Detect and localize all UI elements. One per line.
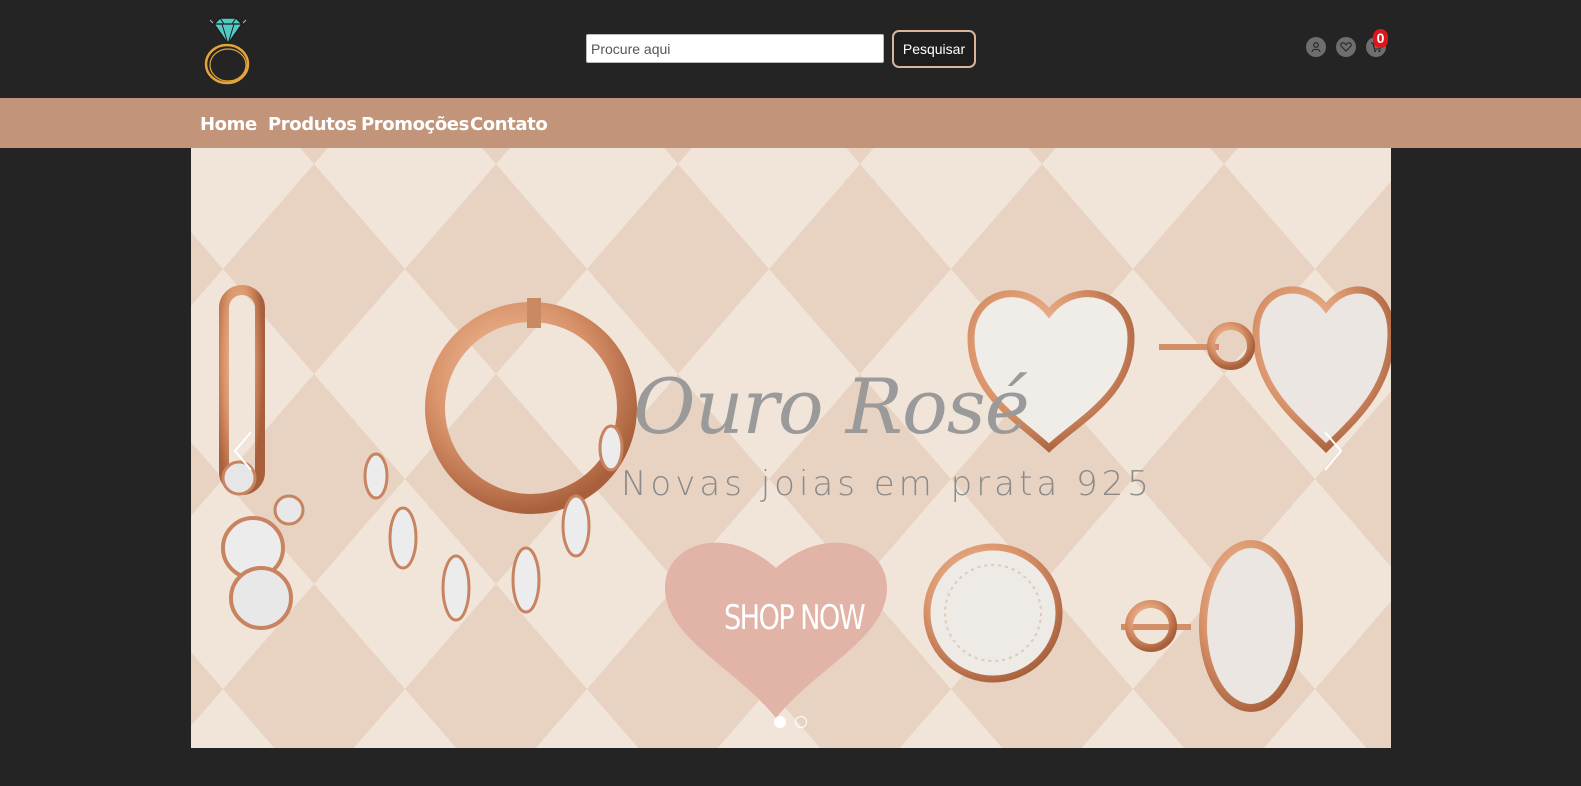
nav-contato[interactable]: Contato (470, 114, 548, 135)
hero-banner-carousel[interactable]: Ouro Rosé Novas joias em prata 925 SHOP … (191, 148, 1391, 748)
carousel-dot-1[interactable] (774, 716, 786, 728)
carousel-prev-arrow[interactable] (229, 426, 259, 476)
carousel-dot-2[interactable] (795, 716, 807, 728)
banner-subtitle: Novas joias em prata 925 (621, 464, 1153, 504)
nav-home[interactable]: Home (200, 114, 257, 135)
user-icon[interactable] (1306, 37, 1326, 57)
search-input[interactable] (586, 34, 884, 63)
main-navbar: Home Produtos Promoções Contato (0, 98, 1581, 148)
diamond-ring-logo[interactable] (200, 14, 256, 86)
shop-now-button[interactable]: SHOP NOW (724, 598, 866, 638)
nav-produtos[interactable]: Produtos (268, 114, 357, 135)
search-button[interactable]: Pesquisar (892, 30, 976, 68)
banner-title: Ouro Rosé (633, 362, 1029, 451)
header: Pesquisar 0 (0, 0, 1581, 98)
nav-promocoes[interactable]: Promoções (361, 114, 469, 135)
carousel-next-arrow[interactable] (1317, 426, 1347, 476)
cart-count-badge: 0 (1373, 29, 1388, 48)
heart-icon[interactable] (1336, 37, 1356, 57)
